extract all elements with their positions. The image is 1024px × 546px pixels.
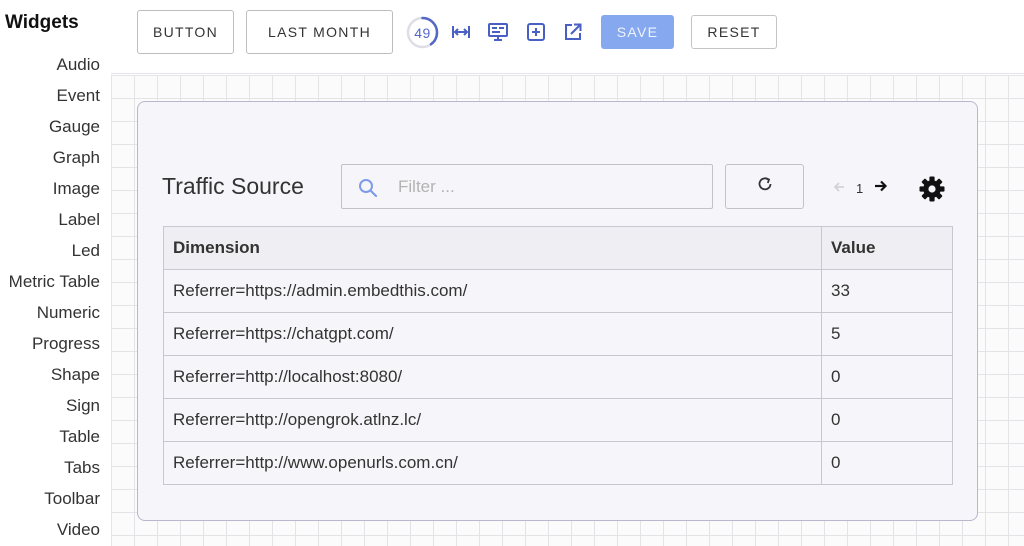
- sidebar-item-progress[interactable]: Progress: [32, 334, 100, 354]
- widget-sidebar: Widgets Audio Event Gauge Graph Image La…: [0, 0, 111, 546]
- traffic-table: Dimension Value Referrer=https://admin.e…: [163, 226, 953, 485]
- column-header-dimension[interactable]: Dimension: [163, 226, 822, 270]
- table-row[interactable]: Referrer=http://localhost:8080/ 0: [163, 355, 953, 399]
- refresh-icon: [756, 175, 774, 198]
- sidebar-item-shape[interactable]: Shape: [51, 365, 100, 385]
- value-cell: 0: [821, 441, 953, 485]
- dimension-cell: Referrer=http://localhost:8080/: [163, 355, 822, 399]
- dimension-cell: Referrer=https://chatgpt.com/: [163, 312, 822, 356]
- next-page-icon[interactable]: [874, 179, 888, 197]
- button-widget[interactable]: BUTTON: [137, 10, 234, 54]
- previous-page-icon[interactable]: [833, 179, 847, 197]
- sidebar-item-label[interactable]: Label: [58, 210, 100, 230]
- widget-title: Traffic Source: [162, 173, 304, 199]
- open-external-icon[interactable]: [563, 22, 583, 42]
- progress-counter[interactable]: 49: [406, 16, 439, 49]
- sidebar-item-graph[interactable]: Graph: [53, 148, 100, 168]
- value-cell: 5: [821, 312, 953, 356]
- filter-box[interactable]: [341, 164, 713, 209]
- value-cell: 0: [821, 355, 953, 399]
- monitor-icon[interactable]: [488, 22, 508, 42]
- settings-gear-icon[interactable]: [919, 176, 945, 207]
- traffic-source-widget[interactable]: Traffic Source 1: [137, 101, 978, 521]
- date-range-button[interactable]: LAST MONTH: [246, 10, 393, 54]
- fit-width-icon[interactable]: [451, 22, 471, 42]
- column-header-value[interactable]: Value: [821, 226, 953, 270]
- save-button[interactable]: SAVE: [601, 15, 674, 49]
- sidebar-item-image[interactable]: Image: [53, 179, 100, 199]
- refresh-button[interactable]: [725, 164, 804, 209]
- dimension-cell: Referrer=https://admin.embedthis.com/: [163, 269, 822, 313]
- pagination: 1: [833, 178, 888, 198]
- sidebar-item-audio[interactable]: Audio: [57, 55, 100, 75]
- sidebar-item-table[interactable]: Table: [59, 427, 100, 447]
- filter-input[interactable]: [398, 173, 698, 201]
- value-cell: 0: [821, 398, 953, 442]
- sidebar-item-toolbar[interactable]: Toolbar: [44, 489, 100, 509]
- dimension-cell: Referrer=http://opengrok.atlnz.lc/: [163, 398, 822, 442]
- table-row[interactable]: Referrer=https://admin.embedthis.com/ 33: [163, 269, 953, 313]
- sidebar-item-video[interactable]: Video: [57, 520, 100, 540]
- table-row[interactable]: Referrer=http://www.openurls.com.cn/ 0: [163, 441, 953, 485]
- sidebar-item-gauge[interactable]: Gauge: [49, 117, 100, 137]
- reset-button[interactable]: RESET: [691, 15, 777, 49]
- sidebar-item-event[interactable]: Event: [57, 86, 100, 106]
- search-icon: [358, 178, 378, 203]
- sidebar-item-metric-table[interactable]: Metric Table: [9, 272, 100, 292]
- counter-value: 49: [414, 24, 431, 41]
- sidebar-item-led[interactable]: Led: [72, 241, 100, 261]
- page-number: 1: [856, 180, 864, 196]
- sidebar-item-sign[interactable]: Sign: [66, 396, 100, 416]
- sidebar-title: Widgets: [5, 12, 79, 33]
- table-row[interactable]: Referrer=https://chatgpt.com/ 5: [163, 312, 953, 356]
- sidebar-item-tabs[interactable]: Tabs: [64, 458, 100, 478]
- value-cell: 33: [821, 269, 953, 313]
- dimension-cell: Referrer=http://www.openurls.com.cn/: [163, 441, 822, 485]
- table-header-row: Dimension Value: [163, 226, 953, 270]
- sidebar-item-numeric[interactable]: Numeric: [37, 303, 100, 323]
- table-row[interactable]: Referrer=http://opengrok.atlnz.lc/ 0: [163, 398, 953, 442]
- add-box-icon[interactable]: [526, 22, 546, 42]
